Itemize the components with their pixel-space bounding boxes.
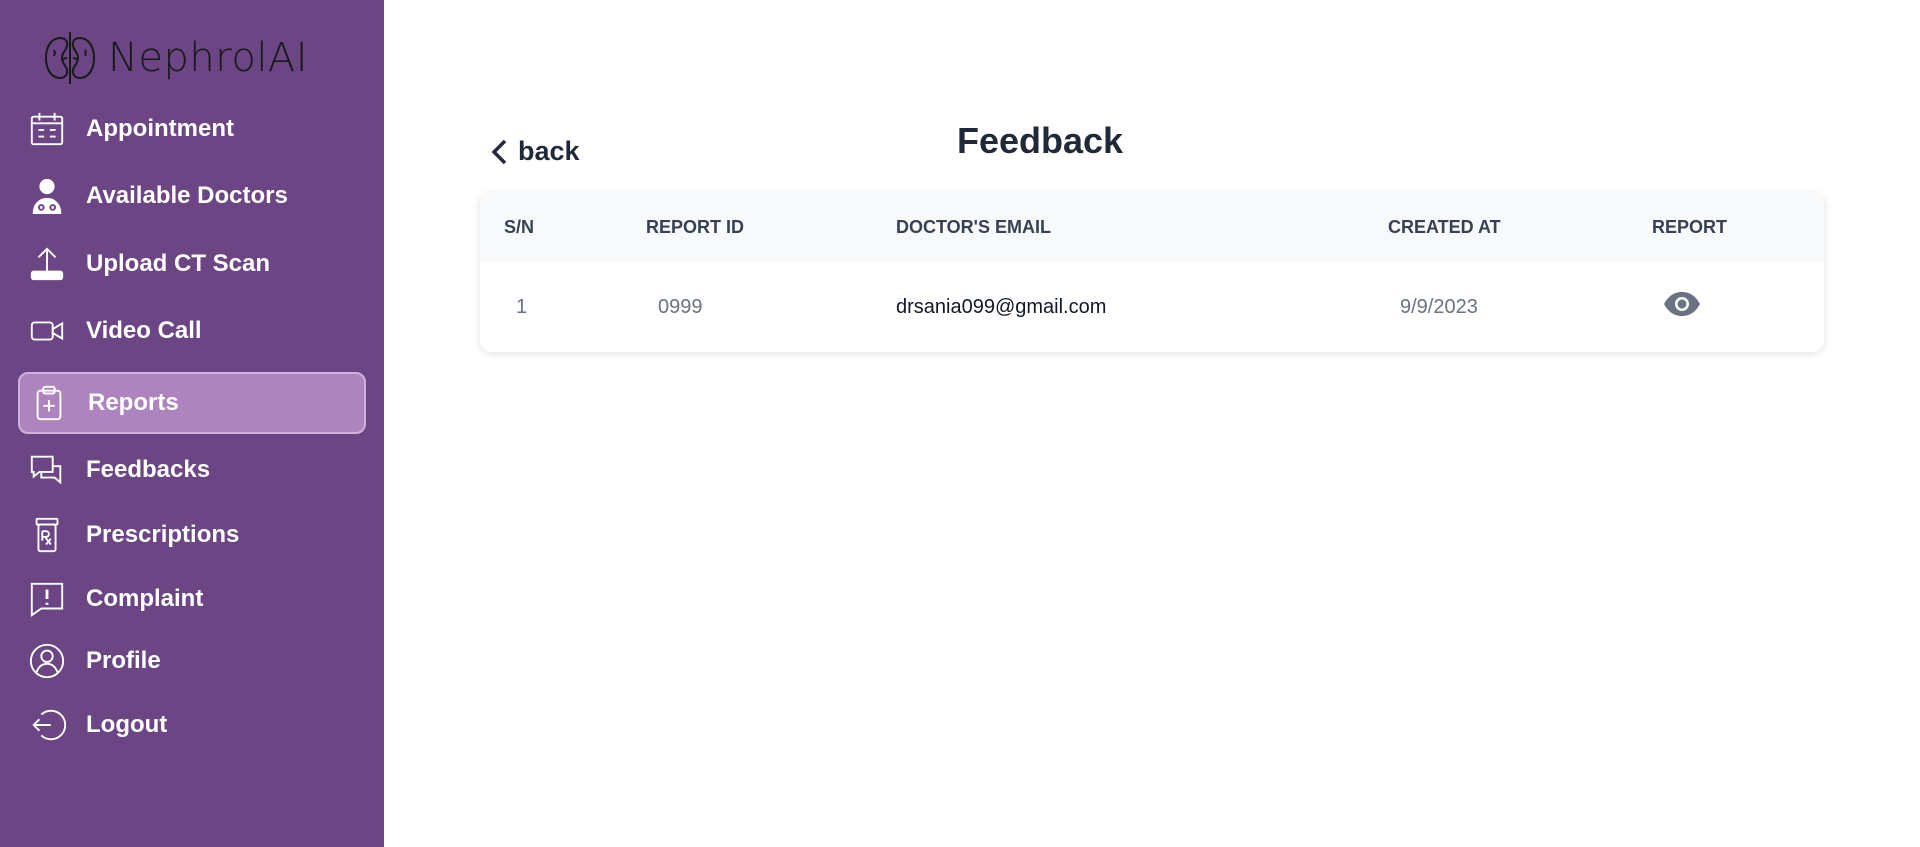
view-report-button[interactable]: [1662, 289, 1702, 325]
upload-icon: [26, 243, 68, 285]
sidebar-item-label: Prescriptions: [86, 521, 240, 548]
cell-sn: 1: [516, 295, 528, 318]
kidney-logo-icon: [44, 32, 96, 84]
page-title: Feedback: [956, 120, 1124, 161]
sidebar-item-logout[interactable]: Logout: [18, 694, 366, 756]
sidebar-item-appointment[interactable]: Appointment: [18, 98, 366, 160]
sidebar-item-label: Available Doctors: [86, 182, 288, 209]
sidebar-item-label: Reports: [88, 389, 179, 416]
logout-icon: [26, 704, 68, 746]
sidebar-item-label: Upload CT Scan: [86, 250, 271, 277]
sidebar-item-reports[interactable]: Reports: [18, 372, 366, 434]
clipboard-plus-icon: [28, 382, 70, 424]
feedback-table: S/N REPORT ID DOCTOR'S EMAIL CREATED AT …: [480, 192, 1824, 352]
table-row: 1 0999 drsania099@gmail.com 9/9/2023: [480, 262, 1824, 352]
sidebar-item-feedbacks[interactable]: Feedbacks: [18, 439, 366, 501]
sidebar-item-video-call[interactable]: Video Call: [18, 300, 366, 362]
sidebar-item-label: Complaint: [86, 585, 204, 612]
sidebar-item-upload-ct-scan[interactable]: Upload CT Scan: [18, 233, 366, 295]
sidebar-item-label: Logout: [86, 711, 168, 738]
sidebar-item-label: Feedbacks: [86, 456, 211, 483]
video-icon: [26, 310, 68, 352]
app-name: NephrolAI: [108, 35, 309, 81]
user-circle-icon: [26, 640, 68, 682]
column-header-report[interactable]: REPORT: [1652, 217, 1727, 238]
sidebar-item-available-doctors[interactable]: Available Doctors: [18, 165, 366, 227]
logo[interactable]: NephrolAI: [40, 28, 308, 88]
sidebar-item-label: Appointment: [86, 115, 234, 142]
alert-message-icon: [26, 578, 68, 620]
column-header-sn[interactable]: S/N: [504, 217, 534, 238]
eye-icon: [1664, 292, 1700, 316]
column-header-created-at[interactable]: CREATED AT: [1388, 217, 1501, 238]
cell-report-id: 0999: [658, 295, 703, 318]
sidebar-item-label: Profile: [86, 647, 161, 674]
column-header-report-id[interactable]: REPORT ID: [646, 217, 744, 238]
prescription-icon: [26, 514, 68, 556]
sidebar-item-profile[interactable]: Profile: [18, 630, 366, 692]
sidebar: NephrolAI Appointment Available Doctors …: [0, 0, 384, 847]
cell-doctor-email: drsania099@gmail.com: [896, 295, 1107, 318]
sidebar-item-label: Video Call: [86, 317, 202, 344]
cell-created-at: 9/9/2023: [1400, 295, 1478, 318]
main-content: back Feedback S/N REPORT ID DOCTOR'S EMA…: [384, 0, 1920, 847]
sidebar-item-complaint[interactable]: Complaint: [18, 568, 366, 630]
chat-bubbles-icon: [26, 449, 68, 491]
doctor-icon: [26, 175, 68, 217]
calendar-icon: [26, 108, 68, 150]
column-header-doctor-email[interactable]: DOCTOR'S EMAIL: [896, 217, 1051, 238]
table-header: S/N REPORT ID DOCTOR'S EMAIL CREATED AT …: [480, 192, 1824, 262]
app-root: NephrolAI Appointment Available Doctors …: [0, 0, 1920, 847]
sidebar-item-prescriptions[interactable]: Prescriptions: [18, 504, 366, 566]
